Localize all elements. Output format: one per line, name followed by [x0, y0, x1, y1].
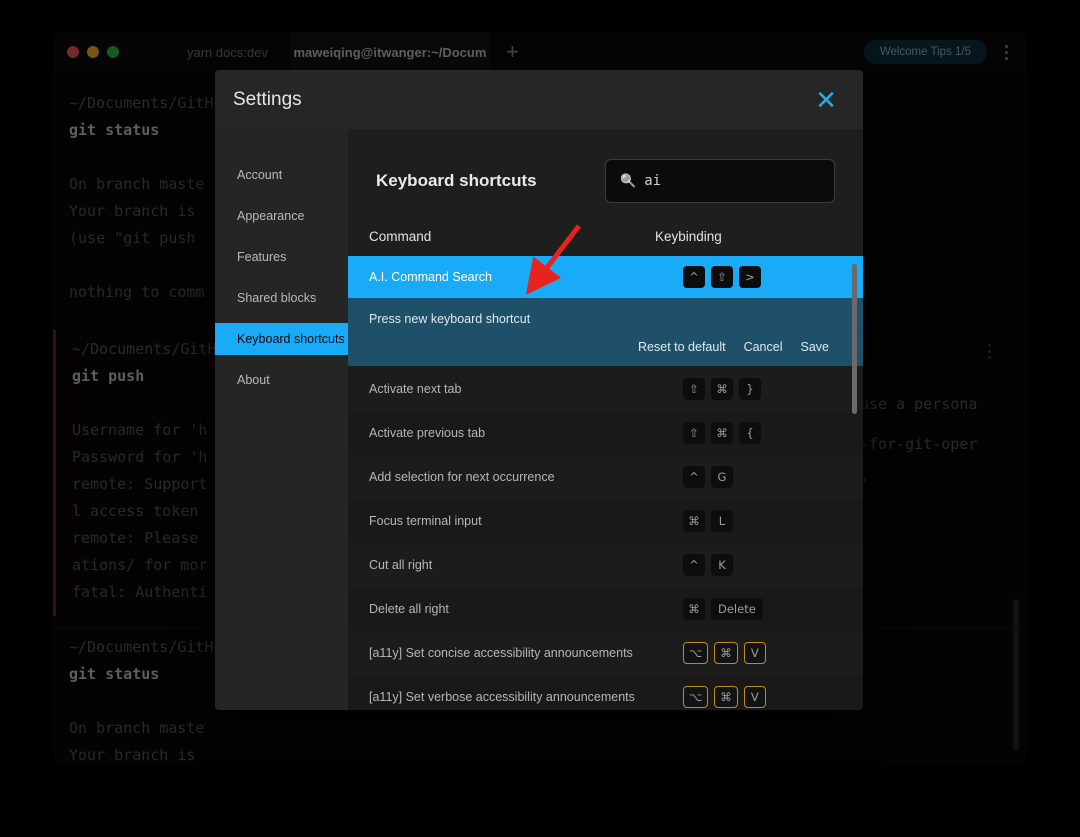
shortcut-command-label: Activate next tab: [369, 382, 683, 396]
reset-to-default-button[interactable]: Reset to default: [638, 340, 726, 354]
key-cap: >: [739, 266, 761, 288]
sidebar-item-appearance[interactable]: Appearance: [215, 200, 348, 232]
settings-dialog: Settings ✕ Account Appearance Features S…: [215, 70, 863, 710]
sidebar-item-label: Appearance: [237, 209, 304, 223]
sidebar-item-label: Keyboard shortcuts: [237, 332, 345, 346]
sidebar-item-label: Shared blocks: [237, 291, 316, 305]
settings-dialog-body: Account Appearance Features Shared block…: [215, 129, 863, 710]
screen: yarn docs:dev maweiqing@itwanger:~/Docum…: [0, 0, 1080, 837]
shortcut-keys: ^ ⇧ >: [683, 266, 863, 288]
shortcut-command-label: Focus terminal input: [369, 514, 683, 528]
table-row[interactable]: Activate next tab ⇧ ⌘ }: [348, 367, 863, 411]
shortcut-keys: ^ K: [683, 554, 863, 576]
shortcut-command-label: A.I. Command Search: [369, 270, 683, 284]
shortcut-editor-actions: Reset to default Cancel Save: [369, 326, 863, 354]
key-cap: ⌘: [711, 422, 733, 444]
key-cap: V: [744, 642, 766, 664]
page-title: Keyboard shortcuts: [376, 171, 537, 191]
shortcut-command-label: Cut all right: [369, 558, 683, 572]
shortcut-editor-hint: Press new keyboard shortcut: [369, 312, 863, 326]
key-cap: ⌘: [683, 510, 705, 532]
search-icon: 🔍: [620, 173, 636, 189]
save-button[interactable]: Save: [801, 340, 830, 354]
settings-sidebar: Account Appearance Features Shared block…: [215, 129, 348, 710]
shortcut-keys: ⌥ ⌘ V: [683, 686, 863, 708]
shortcut-keys: ⌥ ⌘ V: [683, 642, 863, 664]
key-cap: ⌘: [683, 598, 705, 620]
settings-content: Keyboard shortcuts 🔍 ai Command Keybindi…: [348, 129, 863, 710]
sidebar-item-label: Account: [237, 168, 282, 182]
key-cap: ⇧: [683, 378, 705, 400]
key-cap: V: [744, 686, 766, 708]
key-cap: Delete: [711, 598, 763, 620]
shortcut-command-label: Activate previous tab: [369, 426, 683, 440]
shortcuts-list: A.I. Command Search ^ ⇧ > Press new keyb…: [348, 256, 863, 710]
key-cap: G: [711, 466, 733, 488]
search-input[interactable]: 🔍 ai: [605, 159, 835, 203]
table-row[interactable]: Activate previous tab ⇧ ⌘ {: [348, 411, 863, 455]
close-icon[interactable]: ✕: [809, 85, 843, 115]
key-cap: ⇧: [711, 266, 733, 288]
shortcut-keys: ⇧ ⌘ {: [683, 422, 863, 444]
sidebar-item-account[interactable]: Account: [215, 159, 348, 191]
shortcut-command-label: Delete all right: [369, 602, 683, 616]
cancel-button[interactable]: Cancel: [744, 340, 783, 354]
table-row[interactable]: Focus terminal input ⌘ L: [348, 499, 863, 543]
table-header: Command Keybinding: [348, 203, 863, 256]
sidebar-item-label: About: [237, 373, 270, 387]
shortcut-command-label: Add selection for next occurrence: [369, 470, 683, 484]
shortcut-command-label: [a11y] Set verbose accessibility announc…: [369, 690, 683, 704]
key-cap: ⌘: [711, 378, 733, 400]
table-row[interactable]: [a11y] Set concise accessibility announc…: [348, 631, 863, 675]
content-header: Keyboard shortcuts 🔍 ai: [348, 129, 863, 203]
key-cap: ⌘: [714, 686, 738, 708]
shortcuts-list-scrollbar[interactable]: [852, 264, 857, 414]
table-row[interactable]: [a11y] Set verbose accessibility announc…: [348, 675, 863, 710]
search-input-value: ai: [644, 173, 661, 189]
key-cap: }: [739, 378, 761, 400]
key-cap: K: [711, 554, 733, 576]
key-cap: ^: [683, 266, 705, 288]
shortcut-keys: ⌘ Delete: [683, 598, 863, 620]
key-cap: {: [739, 422, 761, 444]
key-cap: ⌘: [714, 642, 738, 664]
sidebar-item-about[interactable]: About: [215, 364, 348, 396]
sidebar-item-features[interactable]: Features: [215, 241, 348, 273]
table-row[interactable]: Cut all right ^ K: [348, 543, 863, 587]
settings-title: Settings: [233, 89, 302, 111]
shortcut-keys: ^ G: [683, 466, 863, 488]
key-cap: ⌥: [683, 642, 708, 664]
shortcut-keys: ⇧ ⌘ }: [683, 378, 863, 400]
shortcut-editor-panel: Press new keyboard shortcut Reset to def…: [348, 298, 863, 367]
table-row[interactable]: Add selection for next occurrence ^ G: [348, 455, 863, 499]
key-cap: L: [711, 510, 733, 532]
shortcut-keys: ⌘ L: [683, 510, 863, 532]
key-cap: ⇧: [683, 422, 705, 444]
key-cap: ^: [683, 466, 705, 488]
sidebar-item-shared-blocks[interactable]: Shared blocks: [215, 282, 348, 314]
column-header-keybinding: Keybinding: [655, 229, 835, 244]
key-cap: ⌥: [683, 686, 708, 708]
table-row[interactable]: A.I. Command Search ^ ⇧ >: [348, 256, 863, 298]
column-header-command: Command: [369, 229, 655, 244]
shortcuts-list-wrapper: A.I. Command Search ^ ⇧ > Press new keyb…: [348, 256, 863, 710]
table-row[interactable]: Delete all right ⌘ Delete: [348, 587, 863, 631]
sidebar-item-label: Features: [237, 250, 286, 264]
settings-dialog-header: Settings ✕: [215, 70, 863, 129]
shortcut-command-label: [a11y] Set concise accessibility announc…: [369, 646, 683, 660]
sidebar-item-keyboard-shortcuts[interactable]: Keyboard shortcuts: [215, 323, 348, 355]
key-cap: ^: [683, 554, 705, 576]
